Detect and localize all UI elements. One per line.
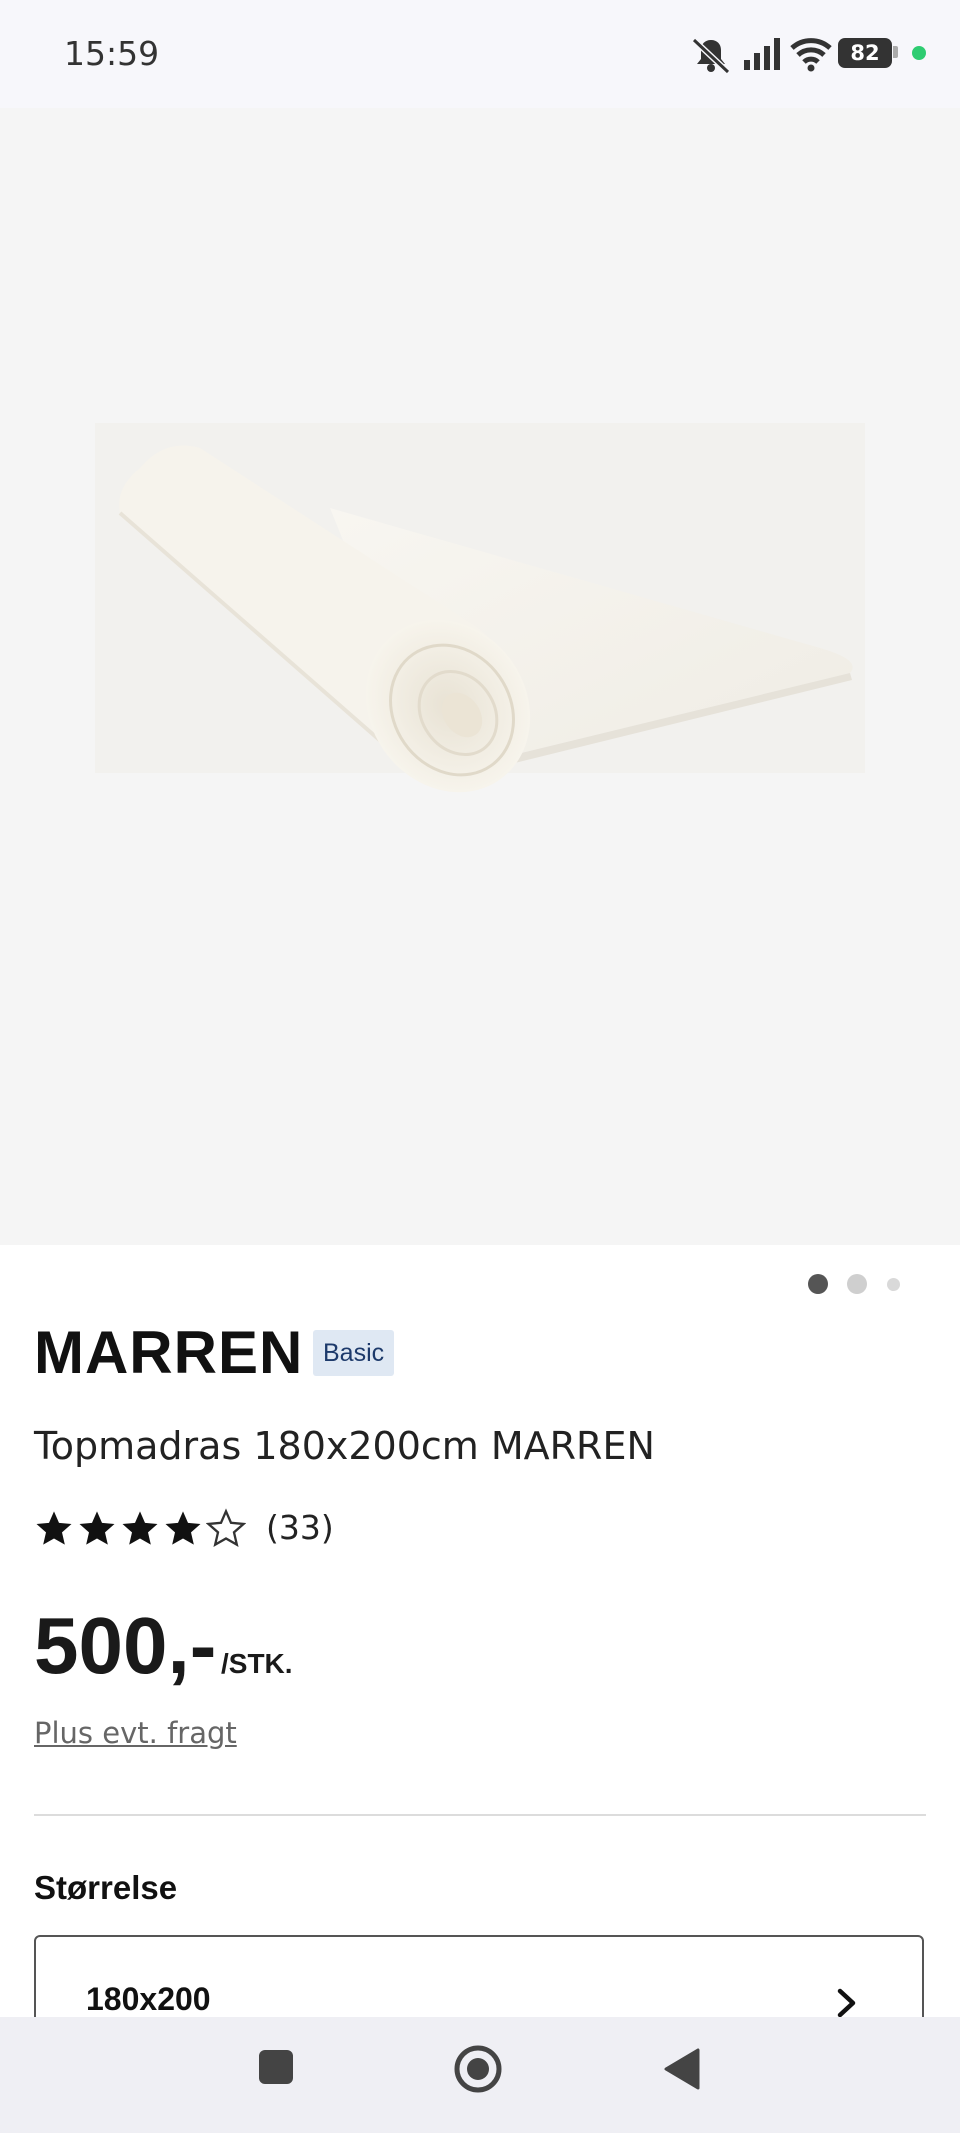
system-nav-bar bbox=[0, 2017, 960, 2133]
divider bbox=[34, 1814, 926, 1816]
star-filled-icon bbox=[79, 1511, 115, 1545]
battery-icon: 82 bbox=[838, 38, 892, 68]
product-badge: Basic bbox=[313, 1330, 395, 1376]
shipping-info-link[interactable]: Plus evt. fragt bbox=[34, 1716, 237, 1750]
home-button[interactable] bbox=[452, 2043, 504, 2095]
gallery-dot[interactable] bbox=[847, 1274, 867, 1294]
star-filled-icon bbox=[36, 1511, 72, 1545]
status-icons: 82 bbox=[690, 36, 930, 76]
status-bar: 15:59 82 bbox=[0, 0, 960, 108]
back-button[interactable] bbox=[662, 2047, 702, 2091]
star-filled-icon bbox=[165, 1511, 201, 1545]
privacy-indicator-dot bbox=[912, 46, 926, 60]
signal-icon bbox=[744, 38, 780, 70]
wifi-icon bbox=[790, 38, 832, 72]
gallery-dot[interactable] bbox=[887, 1278, 900, 1291]
product-brand: MARREN bbox=[34, 1319, 304, 1386]
bell-off-icon bbox=[691, 37, 731, 75]
product-image bbox=[95, 423, 865, 793]
status-time: 15:59 bbox=[64, 34, 160, 73]
product-title: Topmadras 180x200cm MARREN bbox=[34, 1424, 655, 1468]
product-image-gallery[interactable] bbox=[0, 108, 960, 1294]
review-count[interactable]: (33) bbox=[266, 1508, 334, 1547]
chevron-right-icon bbox=[837, 1988, 856, 2018]
size-selected-value: 180x200 bbox=[86, 1981, 211, 2017]
star-empty-icon bbox=[206, 1508, 246, 1547]
gallery-dot-active[interactable] bbox=[808, 1274, 828, 1294]
size-section-label: Størrelse bbox=[34, 1869, 178, 1906]
product-rating[interactable]: (33) bbox=[34, 1508, 394, 1552]
battery-tip bbox=[893, 46, 898, 58]
price-unit: /STK. bbox=[221, 1648, 293, 1679]
recent-apps-button[interactable] bbox=[256, 2047, 296, 2087]
star-filled-icon bbox=[122, 1511, 158, 1545]
gallery-pagination bbox=[808, 1274, 908, 1294]
product-price: 500,- bbox=[34, 1601, 217, 1690]
